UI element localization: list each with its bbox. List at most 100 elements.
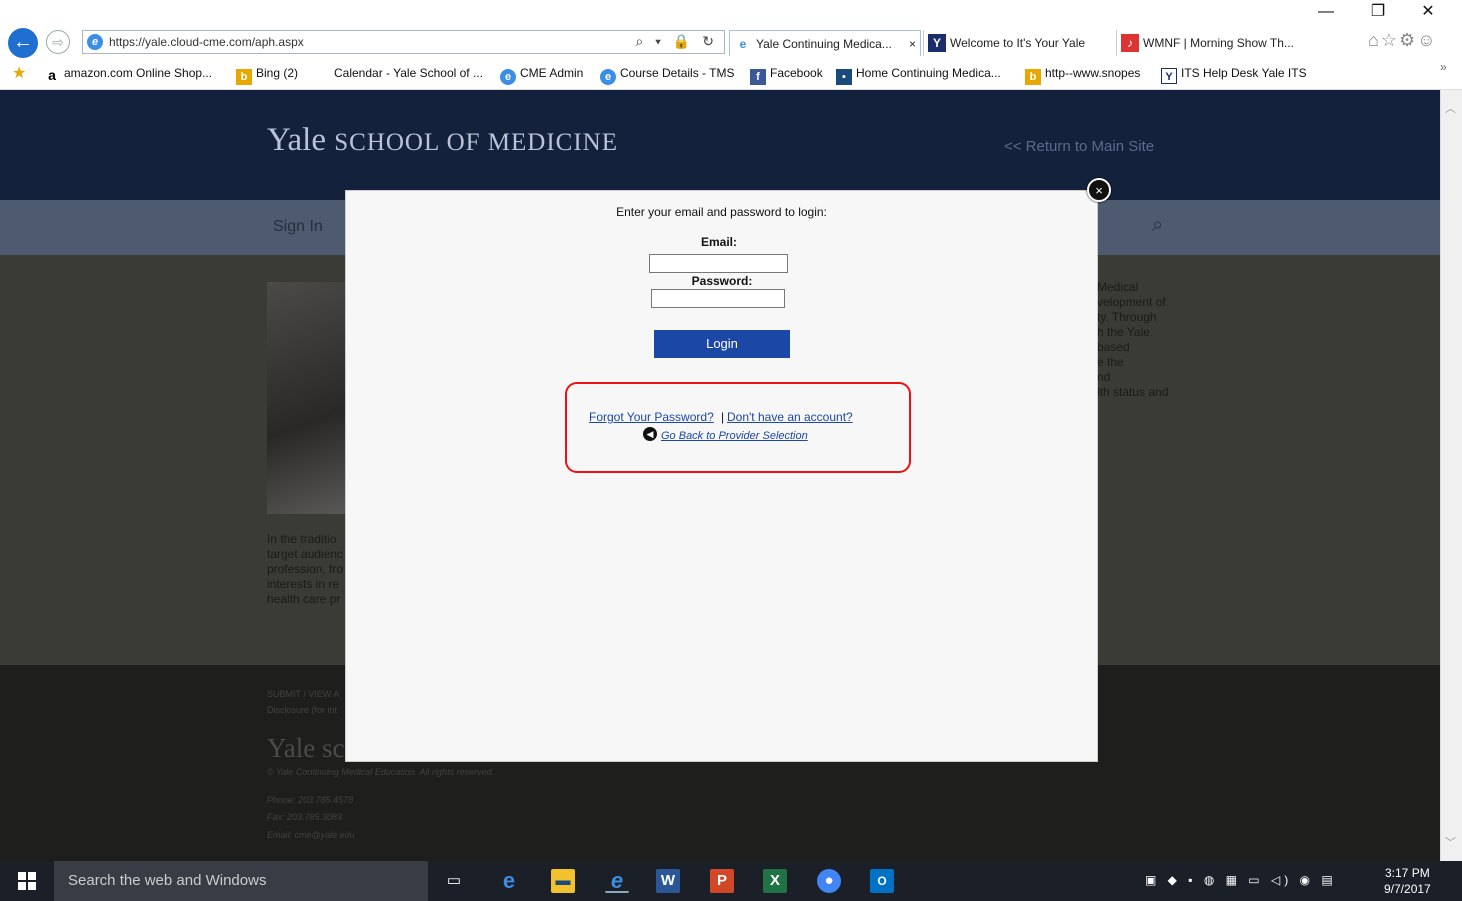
nav-sign-in[interactable]: Sign In (273, 218, 323, 236)
logo-sub: SCHOOL OF MEDICINE (334, 129, 618, 156)
edge-icon[interactable]: e (497, 869, 521, 893)
fav-label: Facebook (770, 66, 823, 80)
footer-submit-link[interactable]: SUBMIT / VIEW A (267, 689, 339, 699)
text-line: Medical (1097, 280, 1139, 294)
favorites-bar: ★ a amazon.com Online Shop... b Bing (2) C… (0, 60, 1462, 90)
forward-button[interactable]: ⇨ (46, 30, 70, 54)
ie-icon: e (600, 69, 616, 85)
chrome-icon[interactable]: ● (817, 869, 841, 893)
ie-icon: e (739, 37, 747, 51)
back-arrow-icon: ◀ (643, 427, 657, 441)
toolbar-icons[interactable]: ⌂☆⚙☺ (1368, 30, 1438, 51)
fav-label: amazon.com Online Shop... (64, 66, 213, 80)
minimize-button[interactable]: — (1303, 0, 1349, 24)
site-logo[interactable]: Yale SCHOOL OF MEDICINE (267, 122, 618, 159)
text-line: nd (1097, 370, 1111, 384)
address-tools-icons[interactable]: ⌕ ▾ 🔒 ↻ (635, 33, 718, 50)
tab-wmnf[interactable]: ♪ WMNF | Morning Show Th... (1116, 30, 1306, 56)
scroll-down-icon[interactable]: ﹀ (1445, 834, 1456, 850)
text-line: h the Yale (1097, 325, 1150, 339)
fav-facebook[interactable]: f Facebook (750, 66, 823, 85)
restore-button[interactable]: ❐ (1355, 0, 1401, 24)
fav-label: http--www.snopes (1045, 66, 1141, 80)
login-prompt: Enter your email and password to login: (616, 205, 827, 219)
go-back-provider-link[interactable]: Go Back to Provider Selection (661, 430, 808, 442)
fav-label: Bing (2) (256, 66, 299, 80)
taskbar-search[interactable]: Search the web and Windows (54, 861, 428, 901)
search-icon[interactable]: ⌕ (1152, 214, 1163, 237)
word-icon[interactable]: W (656, 869, 680, 893)
link-separator: | (721, 410, 725, 424)
bing-icon: b (1025, 69, 1041, 85)
tab-label: Yale Continuing Medica... (756, 37, 892, 51)
wmnf-icon: ♪ (1121, 34, 1139, 52)
email-field[interactable] (649, 254, 788, 273)
text-line: velopment of (1097, 295, 1166, 309)
url-text[interactable]: https://yale.cloud-cme.com/aph.aspx (109, 35, 304, 49)
footer-copyright: © Yale Continuing Medical Education. All… (267, 767, 495, 777)
forgot-password-link[interactable]: Forgot Your Password? (589, 410, 714, 424)
page-icon: ▪ (836, 69, 852, 85)
clock-time: 3:17 PM (1385, 866, 1430, 880)
system-tray-icons[interactable]: ▣ ◆ ▪ ◍ ▦ ▭ ◁) ◉ ▤ (1145, 873, 1337, 887)
fav-snopes[interactable]: b http--www.snopes (1025, 66, 1140, 85)
fav-course-details[interactable]: e Course Details - TMS (600, 66, 734, 85)
footer-email: Email: cme@yale.edu (267, 830, 355, 840)
excel-icon[interactable]: X (763, 869, 787, 893)
text-line: profession, fro (267, 562, 344, 576)
taskbar-clock[interactable]: 3:17 PM 9/7/2017 (1384, 865, 1431, 897)
fav-home-cme[interactable]: ▪ Home Continuing Medica... (836, 66, 1001, 85)
tab-label: Welcome to It's Your Yale (950, 36, 1086, 50)
amazon-icon: a (48, 67, 56, 83)
tab-its-your-yale[interactable]: Y Welcome to It's Your Yale (923, 30, 1113, 56)
yale-y-icon: Y (928, 34, 946, 52)
tab-yale-cme[interactable]: e Yale Continuing Medica... × (729, 30, 921, 56)
fav-label: ITS Help Desk Yale ITS (1181, 66, 1307, 80)
clock-date: 9/7/2017 (1384, 882, 1431, 896)
back-button[interactable]: ← (8, 28, 38, 58)
close-window-button[interactable]: ✕ (1405, 0, 1451, 24)
scroll-up-icon[interactable]: ︿ (1445, 100, 1456, 116)
fav-cme-admin[interactable]: e CME Admin (500, 66, 583, 85)
fav-bing[interactable]: b Bing (2) (236, 66, 298, 85)
text-line: lth status and (1097, 385, 1169, 399)
yale-y-icon: Y (1161, 68, 1177, 84)
address-bar[interactable]: e https://yale.cloud-cme.com/aph.aspx ⌕ … (82, 30, 725, 54)
text-line: ty. Through (1097, 310, 1157, 324)
email-label: Email: (700, 235, 737, 249)
text-line: In the traditio (267, 532, 337, 546)
fav-calendar[interactable]: Calendar - Yale School of ... (334, 66, 483, 80)
facebook-icon: f (750, 69, 766, 85)
fav-amazon[interactable]: a amazon.com Online Shop... (44, 66, 212, 83)
intro-text-right: Medical velopment of ty. Through h the Y… (1097, 280, 1168, 400)
text-line: based (1097, 340, 1130, 354)
fav-label: Course Details - TMS (620, 66, 735, 80)
footer-logo: Yale sc (267, 733, 345, 763)
task-view-icon[interactable]: ▭ (442, 869, 466, 893)
fav-label: Home Continuing Medica... (856, 66, 1001, 80)
modal-close-button[interactable]: × (1087, 178, 1111, 202)
favorites-star-icon[interactable]: ★ (12, 63, 26, 83)
intro-text-left: In the traditio target audienc professio… (267, 532, 343, 607)
file-explorer-icon[interactable]: ▬ (551, 869, 575, 893)
text-line: target audienc (267, 547, 344, 561)
fav-its-help[interactable]: Y ITS Help Desk Yale ITS (1161, 66, 1307, 84)
vertical-scrollbar[interactable]: ︿ ﹀ (1440, 90, 1462, 861)
tab-label: WMNF | Morning Show Th... (1143, 36, 1294, 50)
password-field[interactable] (651, 289, 785, 308)
text-line: e the (1097, 355, 1124, 369)
tab-close-icon[interactable]: × (909, 31, 916, 56)
footer-phone: Phone: 203.785.4578 (267, 795, 354, 805)
text-line: interests in re (267, 577, 340, 591)
footer-disclosure-link[interactable]: Disclosure (for int (267, 705, 337, 715)
windows-start-icon[interactable] (18, 872, 36, 890)
doctor-photo (267, 282, 347, 514)
login-button[interactable]: Login (654, 330, 790, 358)
favorites-overflow-icon[interactable]: » (1440, 60, 1447, 74)
ie-taskbar-icon[interactable]: e (605, 869, 629, 893)
return-main-site-link[interactable]: << Return to Main Site (1004, 138, 1154, 155)
create-account-link[interactable]: Don't have an account? (727, 410, 853, 424)
bing-icon: b (236, 69, 252, 85)
outlook-icon[interactable]: O (870, 869, 894, 893)
powerpoint-icon[interactable]: P (710, 869, 734, 893)
